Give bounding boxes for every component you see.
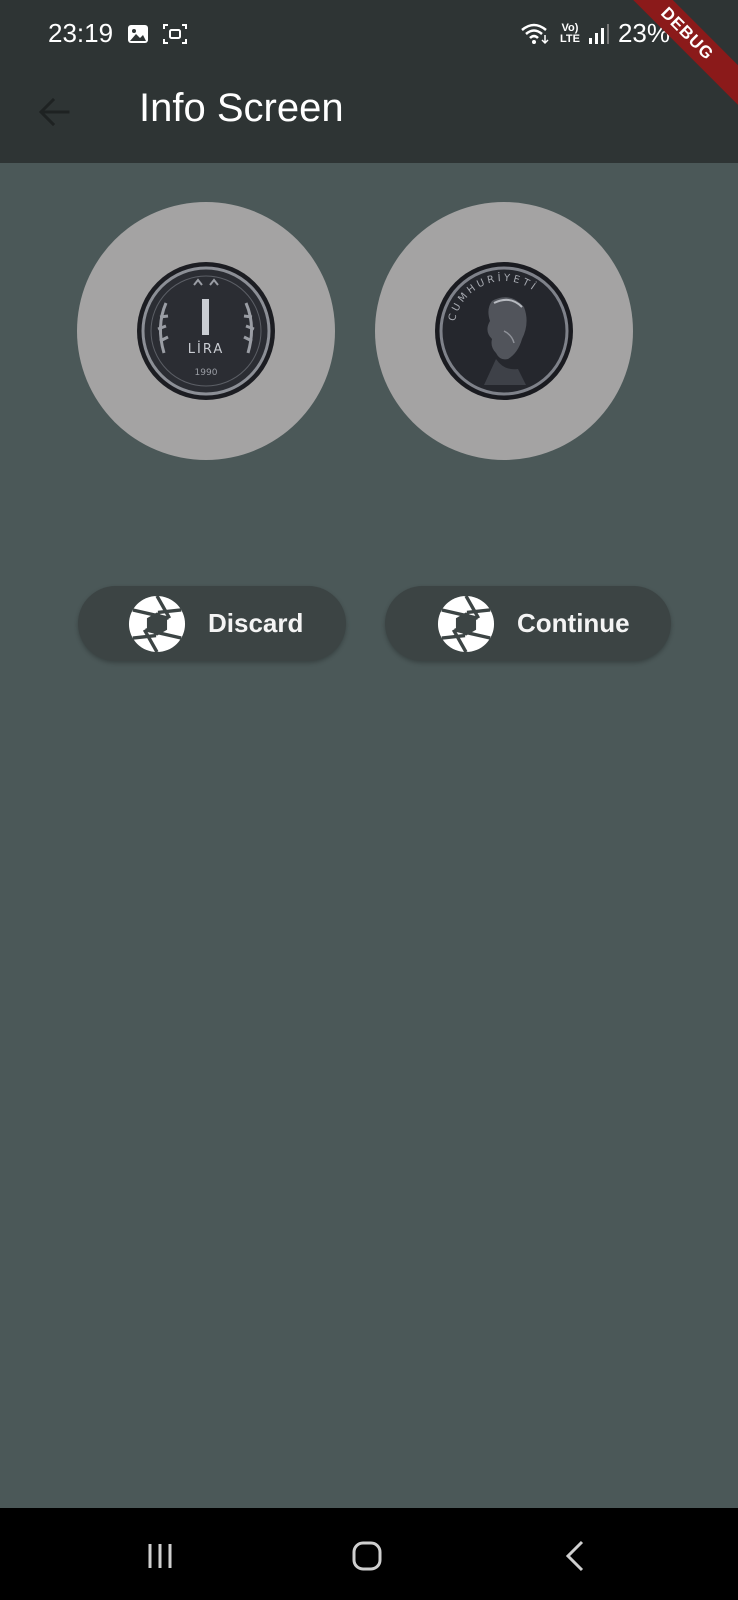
page-title: Info Screen — [139, 86, 344, 130]
coin-back-photo: CUMHURİYETİ — [435, 262, 573, 400]
camera-aperture-icon — [128, 594, 186, 653]
signal-icon — [588, 23, 609, 44]
app-bar: Info Screen — [0, 72, 738, 163]
home-icon — [352, 1541, 382, 1571]
screen-record-icon — [163, 24, 187, 44]
discard-button-label: Discard — [208, 608, 304, 638]
volte-icon: Vo) LTE — [559, 21, 580, 45]
recents-icon — [148, 1544, 172, 1568]
system-nav-bar — [0, 1508, 738, 1600]
image-icon — [128, 25, 148, 43]
nav-home-button[interactable] — [347, 1536, 387, 1576]
continue-button-label: Continue — [517, 608, 630, 638]
camera-aperture-icon — [437, 594, 495, 653]
continue-button[interactable]: Continue — [385, 586, 671, 661]
back-icon — [565, 1540, 584, 1572]
back-button[interactable] — [32, 90, 76, 134]
status-time: 23:19 — [48, 18, 114, 48]
status-icons-left — [126, 22, 188, 46]
arrow-left-icon — [38, 97, 70, 127]
discard-button[interactable]: Discard — [78, 586, 346, 661]
svg-text:1990: 1990 — [195, 368, 218, 378]
coin-front-photo: LİRA 1990 — [137, 262, 275, 400]
coin-back-image: CUMHURİYETİ — [375, 202, 633, 460]
wifi-icon — [521, 23, 549, 44]
status-bar: 23:19 Vo) LTE 23% — [0, 0, 738, 72]
nav-recents-button[interactable] — [142, 1536, 182, 1576]
svg-text:LİRA: LİRA — [188, 341, 224, 357]
nav-back-button[interactable] — [556, 1536, 596, 1576]
status-icons-right: Vo) LTE 23% — [520, 18, 670, 49]
coin-front-image: LİRA 1990 — [77, 202, 335, 460]
